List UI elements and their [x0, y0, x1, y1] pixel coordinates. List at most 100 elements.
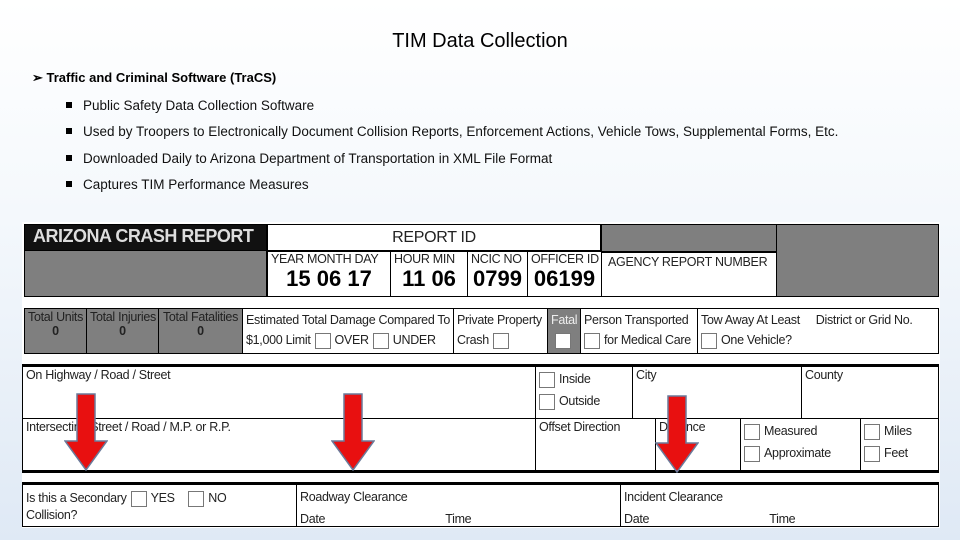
gray-cell — [776, 224, 939, 297]
gray-cell — [24, 250, 267, 297]
red-down-arrow-icon — [331, 393, 375, 471]
date-label: Date — [624, 512, 650, 526]
collision-label: Collision? — [26, 507, 78, 522]
main-bullet-text: Traffic and Criminal Software (TraCS) — [46, 70, 277, 85]
sub-bullet-text: Used by Troopers to Electronically Docum… — [83, 124, 839, 139]
crash-report-form: ARIZONA CRASH REPORT REPORT ID YEAR MONT… — [22, 222, 940, 528]
red-down-arrow-icon — [655, 395, 699, 473]
secondary-label: Is this a Secondary — [26, 491, 127, 505]
officer-value: 06199 — [533, 266, 596, 291]
offset-direction-field[interactable]: Offset Direction — [535, 418, 656, 473]
county-field[interactable]: County — [801, 364, 939, 419]
report-id-label: REPORT ID — [267, 224, 601, 252]
square-bullet-icon — [66, 181, 72, 187]
medical-care-label: for Medical Care — [604, 333, 691, 347]
district-label: District or Grid No. — [815, 313, 913, 327]
private-property-label: Private Property — [457, 313, 542, 327]
over-label: OVER — [334, 333, 370, 347]
square-bullet-icon — [66, 102, 72, 108]
miles-checkbox[interactable] — [864, 423, 880, 440]
approximate-label: Approximate — [764, 446, 831, 460]
under-checkbox[interactable] — [372, 332, 389, 349]
time-cell: HOUR MIN 11 06 — [390, 250, 468, 297]
total-injuries-label: Total Injuries — [90, 310, 156, 324]
agency-report-number: AGENCY REPORT NUMBER — [601, 251, 777, 297]
approximate-checkbox[interactable] — [744, 445, 760, 462]
secondary-collision-cell: Is this a Secondary YES NO Collision? — [22, 482, 297, 527]
outside-checkbox[interactable] — [539, 393, 555, 410]
feet-checkbox[interactable] — [864, 445, 880, 462]
fatal-cell: Fatal — [547, 308, 581, 354]
one-vehicle-label: One Vehicle? — [721, 333, 792, 347]
roadway-clearance-label: Roadway Clearance — [300, 490, 408, 504]
sub-bullet-text: Captures TIM Performance Measures — [83, 177, 309, 192]
sub-bullet: Downloaded Daily to Arizona Department o… — [66, 151, 552, 166]
measured-label: Measured — [764, 424, 818, 438]
time-label: HOUR MIN — [394, 252, 455, 266]
sub-bullet-text: Downloaded Daily to Arizona Department o… — [83, 151, 553, 166]
red-down-arrow-icon — [64, 393, 108, 471]
officer-cell: OFFICER ID 06199 — [527, 250, 602, 297]
crash-label: Crash — [457, 333, 489, 347]
time-value: 11 06 — [402, 266, 456, 291]
measured-checkbox[interactable] — [744, 423, 760, 440]
person-transported-label: Person Transported — [584, 313, 689, 327]
sub-bullet: Used by Troopers to Electronically Docum… — [66, 124, 838, 139]
ncic-label: NCIC NO — [471, 252, 522, 266]
feet-label: Feet — [884, 446, 908, 460]
no-checkbox[interactable] — [188, 490, 205, 507]
square-bullet-icon — [66, 155, 72, 161]
total-fatalities-label: Total Fatalities — [162, 310, 239, 324]
total-units-cell: Total Units 0 — [24, 308, 87, 354]
tow-away-checkbox[interactable] — [701, 332, 717, 349]
inside-label: Inside — [559, 372, 591, 386]
date-label: YEAR MONTH DAY — [271, 252, 379, 266]
time-label: Time — [769, 512, 796, 526]
total-injuries-cell: Total Injuries 0 — [86, 308, 159, 354]
private-property-cell: Private Property Crash — [453, 308, 548, 354]
square-bullet-icon — [66, 128, 72, 134]
fatal-label: Fatal — [551, 313, 578, 327]
total-units-value: 0 — [52, 324, 59, 338]
ncic-cell: NCIC NO 0799 — [467, 250, 528, 297]
sub-bullet: Captures TIM Performance Measures — [66, 177, 309, 192]
damage-limit: $1,000 Limit — [246, 333, 311, 347]
fatal-checkbox[interactable] — [555, 332, 571, 349]
total-fatalities-cell: Total Fatalities 0 — [158, 308, 243, 354]
person-transported-cell: Person Transported for Medical Care — [580, 308, 698, 354]
tow-away-label: Tow Away At Least — [701, 313, 800, 327]
sub-bullet: Public Safety Data Collection Software — [66, 98, 314, 113]
measurement-cell: Measured Approximate — [740, 418, 861, 473]
no-label: NO — [208, 491, 227, 505]
total-injuries-value: 0 — [119, 324, 126, 338]
main-bullet: ➢ Traffic and Criminal Software (TraCS) — [32, 70, 276, 86]
sub-bullet-text: Public Safety Data Collection Software — [83, 98, 315, 113]
yes-label: YES — [150, 491, 175, 505]
officer-label: OFFICER ID — [531, 252, 599, 266]
total-units-label: Total Units — [28, 310, 84, 324]
ncic-value: 0799 — [473, 266, 522, 291]
damage-label: Estimated Total Damage Compared To — [246, 313, 451, 327]
outside-label: Outside — [559, 394, 600, 408]
date-cell: YEAR MONTH DAY 15 06 17 — [267, 250, 391, 297]
private-property-checkbox[interactable] — [492, 332, 509, 349]
gray-cell — [601, 224, 777, 253]
date-label: Date — [300, 512, 326, 526]
inside-checkbox[interactable] — [539, 371, 555, 388]
damage-cell: Estimated Total Damage Compared To $1,000… — [242, 308, 454, 354]
incident-clearance-label: Incident Clearance — [624, 490, 723, 504]
inside-outside-cell: Inside Outside — [535, 364, 633, 419]
transported-checkbox[interactable] — [584, 332, 600, 349]
units-cell: Miles Feet — [860, 418, 939, 473]
date-value: 15 06 17 — [286, 266, 372, 291]
total-fatalities-value: 0 — [197, 324, 204, 338]
over-checkbox[interactable] — [314, 332, 331, 349]
form-title: ARIZONA CRASH REPORT — [24, 224, 267, 252]
under-label: UNDER — [392, 333, 436, 347]
slide-title: TIM Data Collection — [392, 30, 568, 52]
miles-label: Miles — [884, 424, 912, 438]
roadway-clearance-cell[interactable]: Roadway Clearance Date Time — [296, 482, 621, 527]
arrow-bullet-icon: ➢ — [32, 70, 47, 85]
yes-checkbox[interactable] — [130, 490, 147, 507]
incident-clearance-cell[interactable]: Incident Clearance Date Time — [620, 482, 939, 527]
